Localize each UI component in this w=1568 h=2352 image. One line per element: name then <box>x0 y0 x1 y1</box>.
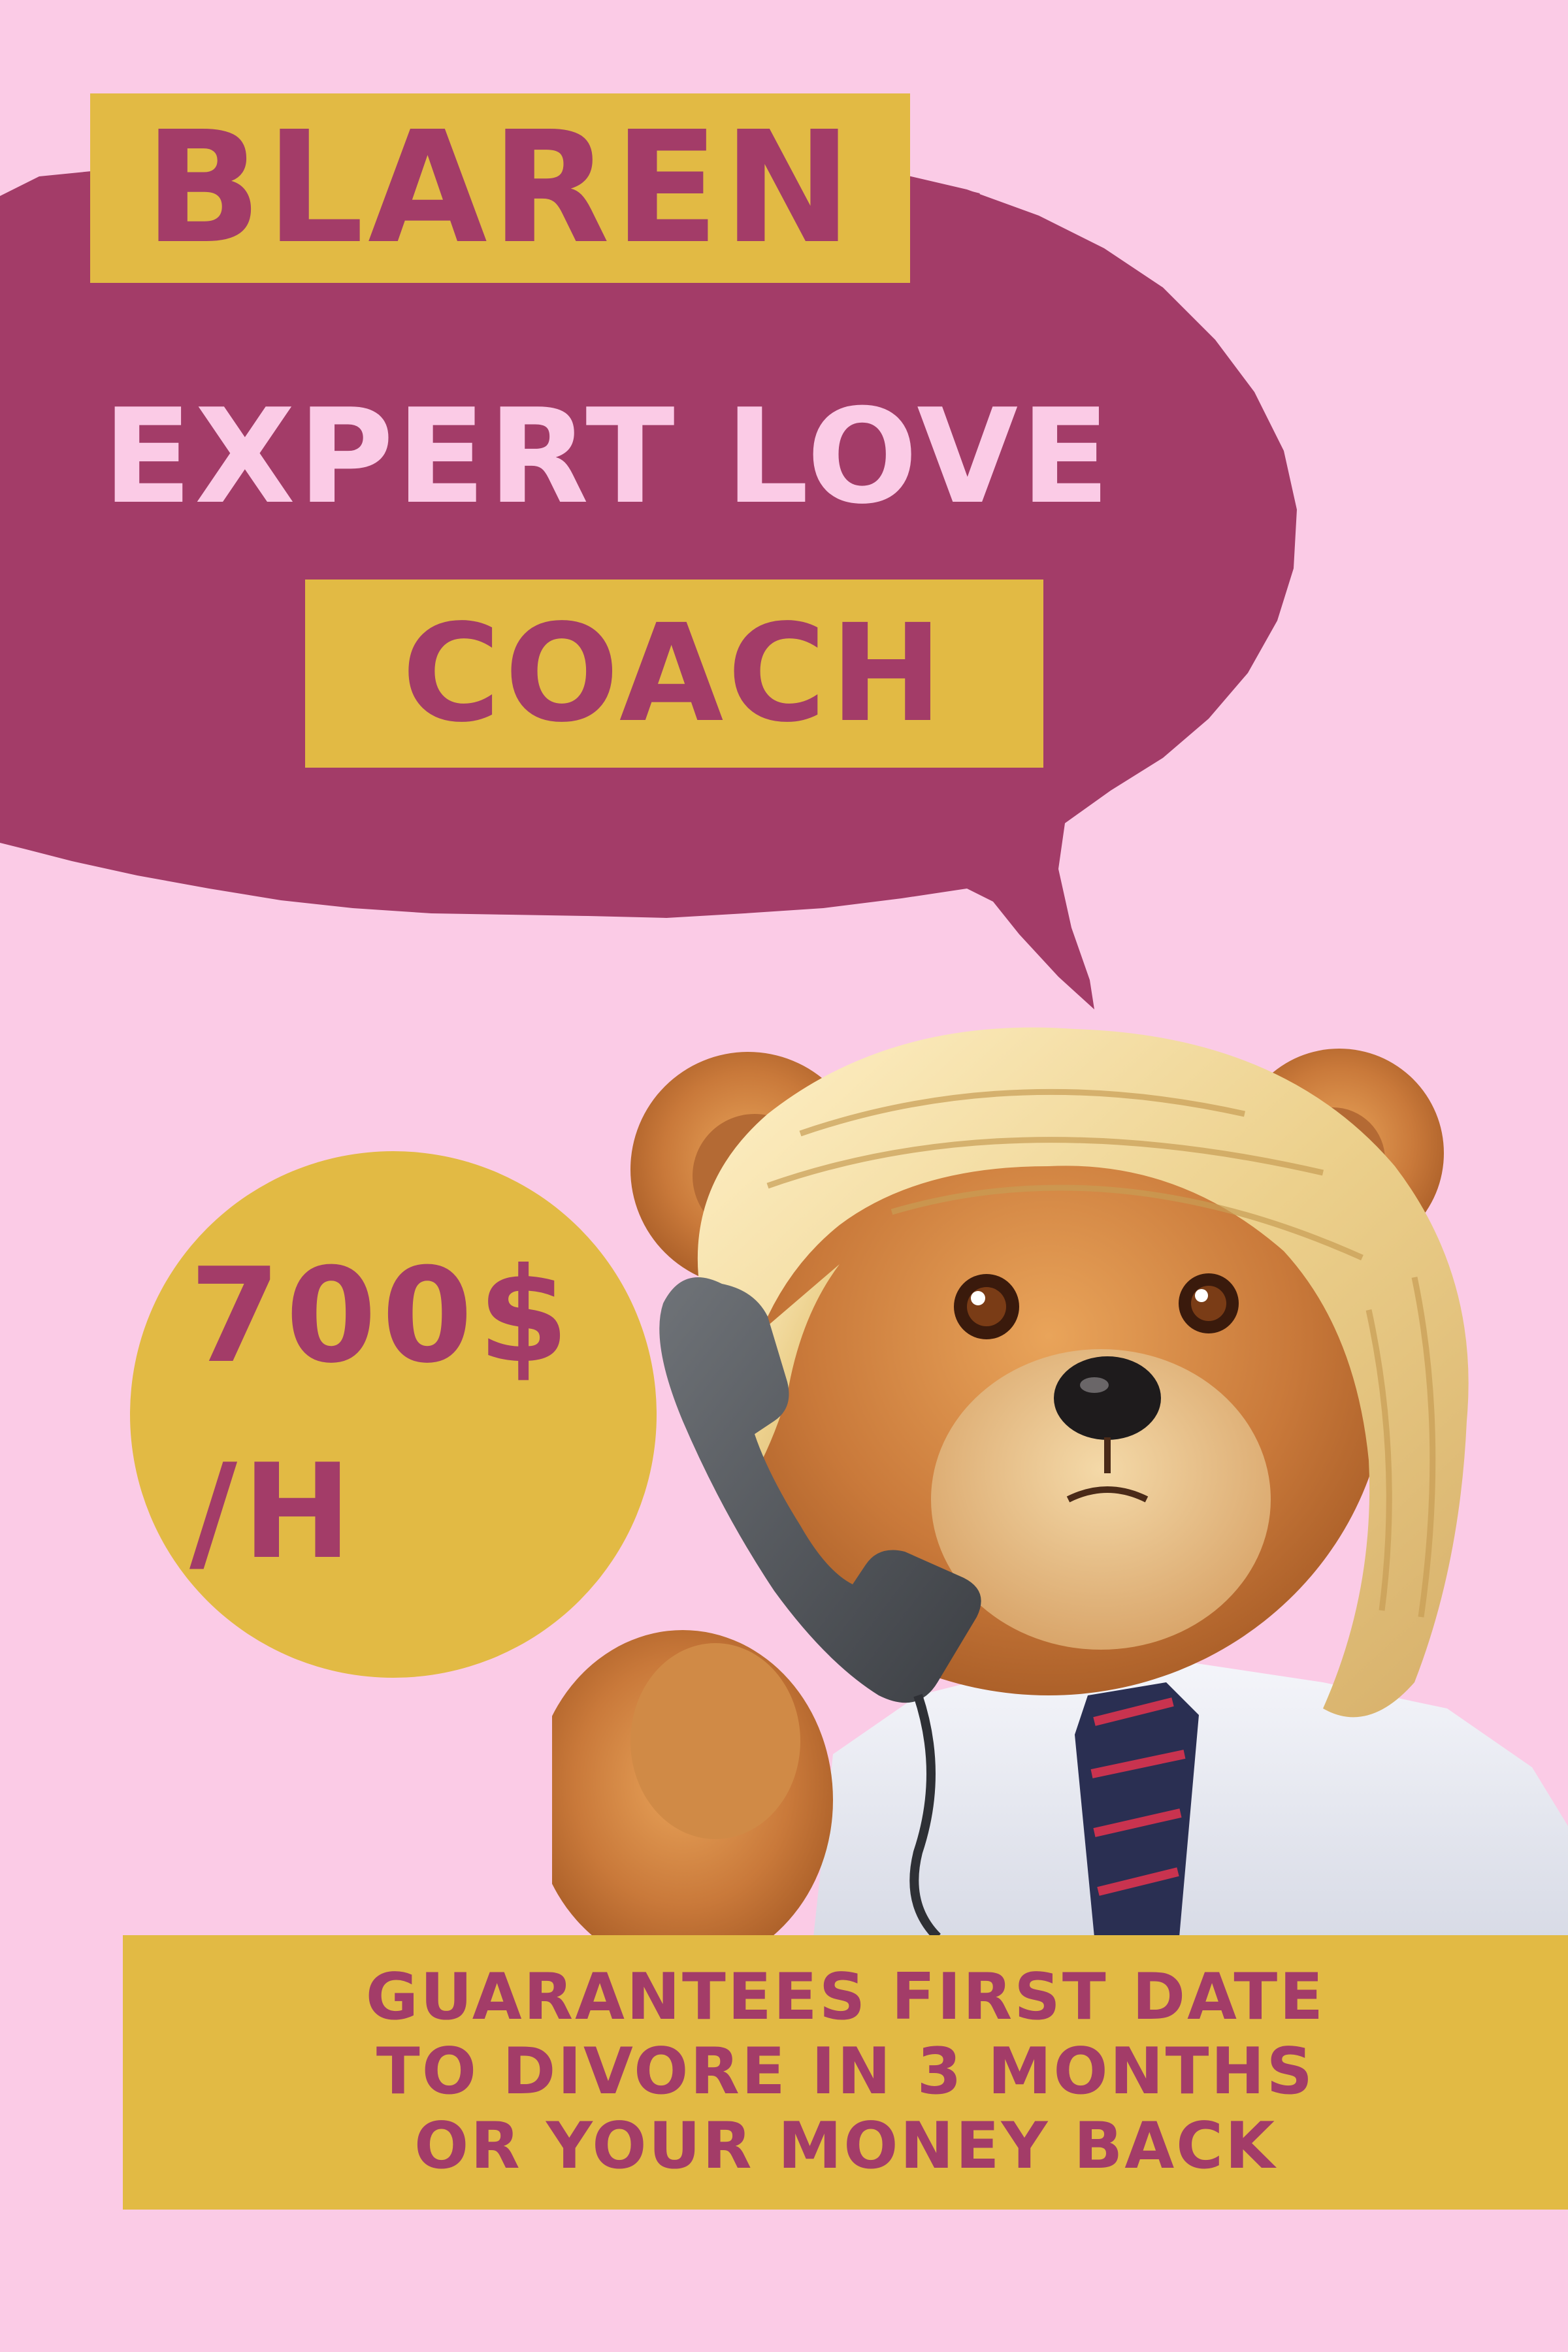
price-amount: 700$ <box>189 1240 574 1392</box>
love-coach-poster: BLAREN EXPERT LOVE COACH 700$ /H GUARANT… <box>0 0 1568 2352</box>
tagline-line-2: TO DIVORE IN 3 MONTHS <box>376 2034 1315 2110</box>
bear-paw <box>552 1630 833 1937</box>
tagline-line-1: GUARANTEES FIRST DATE <box>365 1960 1326 2035</box>
teddy-bear-illustration <box>552 1027 1568 1937</box>
guarantee-banner: GUARANTEES FIRST DATE TO DIVORE IN 3 MON… <box>123 1935 1568 2210</box>
coach-banner: COACH <box>305 580 1043 768</box>
bear-tie <box>1075 1682 1199 1937</box>
tagline-line-3: OR YOUR MONEY BACK <box>414 2108 1277 2183</box>
subheadline: COACH <box>402 595 947 752</box>
price-unit: /H <box>189 1436 357 1588</box>
coach-name: BLAREN <box>144 98 857 278</box>
name-banner: BLAREN <box>90 93 910 283</box>
headline: EXPERT LOVE <box>103 381 1113 533</box>
